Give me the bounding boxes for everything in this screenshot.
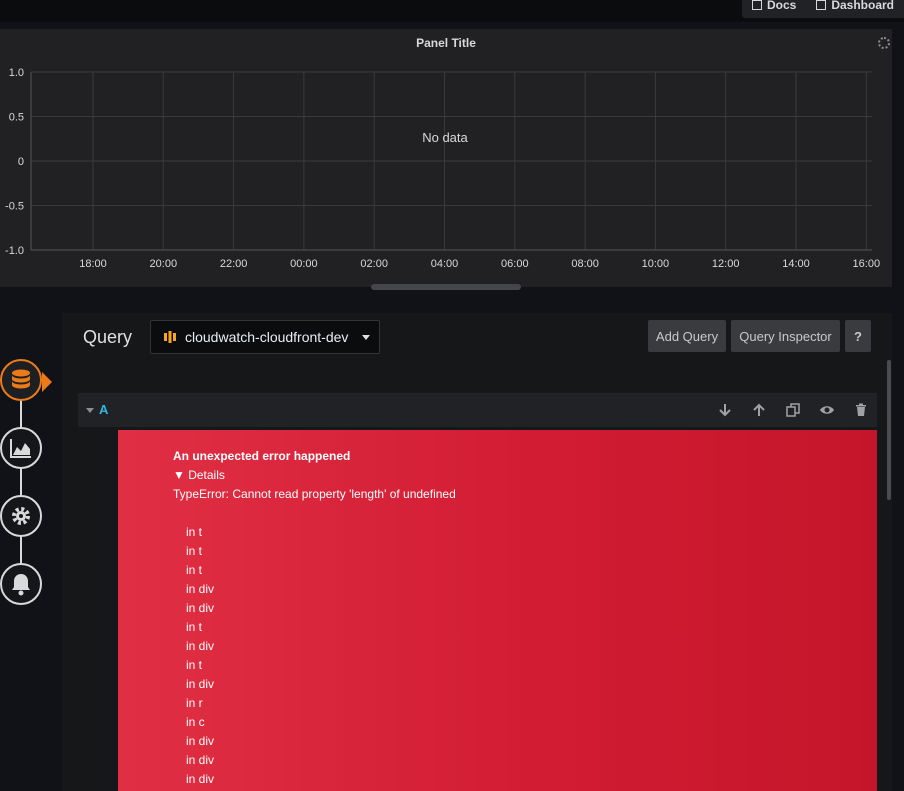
- stack-line: in div: [186, 772, 215, 786]
- database-icon: [12, 369, 30, 389]
- x-tick-label: 00:00: [290, 258, 318, 270]
- docs-link-label: Docs: [766, 0, 797, 12]
- error-title: An unexpected error happened: [173, 449, 351, 463]
- stack-line: in r: [186, 696, 203, 710]
- datasource-name: cloudwatch-cloudfront-dev: [185, 329, 349, 345]
- x-tick-label: 04:00: [431, 258, 459, 270]
- duplicate-icon[interactable]: [785, 402, 801, 418]
- stack-line: in div: [186, 601, 215, 615]
- x-tick-label: 16:00: [853, 258, 881, 270]
- y-tick-label: 0: [18, 156, 24, 168]
- move-up-icon[interactable]: [751, 402, 767, 418]
- docs-link[interactable]: Docs: [742, 0, 806, 18]
- external-link-icon: [751, 0, 762, 10]
- error-message: TypeError: Cannot read property 'length'…: [173, 487, 456, 501]
- bell-icon: [12, 574, 30, 596]
- help-button[interactable]: ?: [845, 320, 871, 352]
- graph-panel: 1.0 0.5 0 -0.5 -1.0 18:00 20:00 22:00 00:00 02:00…: [0, 29, 892, 287]
- x-tick-label: 08:00: [571, 258, 599, 270]
- panel-title[interactable]: Panel Title: [0, 36, 892, 50]
- stack-line: in div: [186, 677, 215, 691]
- editor-side-nav: [0, 355, 52, 615]
- stack-line: in c: [186, 715, 205, 729]
- stack-line: in div: [186, 582, 215, 596]
- query-ref-id[interactable]: A: [99, 402, 108, 417]
- datasource-picker[interactable]: cloudwatch-cloudfront-dev: [150, 320, 380, 354]
- top-links: Docs Dashboard: [741, 0, 904, 18]
- no-data-label: No data: [422, 130, 468, 145]
- stack-line: in t: [186, 563, 203, 577]
- top-bar: Docs Dashboard: [0, 0, 904, 22]
- stack-line: in div: [186, 639, 215, 653]
- query-row-header[interactable]: A: [78, 393, 877, 427]
- stack-line: in t: [186, 544, 203, 558]
- chart-icon: [10, 439, 31, 458]
- stack-line: in t: [186, 525, 203, 539]
- query-row-actions: [717, 402, 869, 418]
- y-tick-label: 0.5: [9, 112, 24, 124]
- error-box: An unexpected error happened ▼ Details T…: [118, 430, 877, 791]
- error-details-toggle[interactable]: ▼ Details: [173, 466, 877, 485]
- stack-line: in div: [186, 734, 215, 748]
- x-tick-label: 22:00: [220, 258, 248, 270]
- add-query-button[interactable]: Add Query: [648, 320, 726, 352]
- error-stack: in t in t in t in div in div in t in div in t in…: [173, 523, 877, 789]
- x-tick-label: 20:00: [150, 258, 178, 270]
- x-tick-label: 12:00: [712, 258, 740, 270]
- x-tick-label: 18:00: [79, 258, 107, 270]
- external-link-icon: [816, 0, 827, 10]
- gear-icon: [12, 507, 30, 525]
- chevron-down-icon: [362, 334, 371, 340]
- active-nav-arrow: [42, 372, 52, 392]
- dashboard-link[interactable]: Dashboard: [806, 0, 904, 18]
- eye-icon[interactable]: [819, 402, 835, 418]
- dashboard-link-label: Dashboard: [831, 0, 894, 12]
- query-inspector-button[interactable]: Query Inspector: [731, 320, 840, 352]
- x-tick-label: 10:00: [642, 258, 670, 270]
- stack-line: in t: [186, 620, 203, 634]
- query-editor: Query cloudwatch-cloudfront-dev Add Quer…: [62, 313, 892, 791]
- collapse-caret-icon[interactable]: [86, 408, 94, 413]
- move-down-icon[interactable]: [717, 402, 733, 418]
- y-tick-label: -0.5: [5, 201, 24, 213]
- aws-icon: [164, 331, 176, 343]
- graph-plot: 1.0 0.5 0 -0.5 -1.0 18:00 20:00 22:00 00:00 02:00…: [5, 67, 881, 270]
- stack-line: in t: [186, 658, 203, 672]
- x-tick-label: 06:00: [501, 258, 529, 270]
- x-tick-label: 14:00: [782, 258, 810, 270]
- y-tick-label: -1.0: [5, 245, 24, 257]
- nav-alert-button[interactable]: [0, 563, 42, 605]
- nav-visualization-button[interactable]: [0, 427, 42, 469]
- x-tick-label: 02:00: [360, 258, 388, 270]
- spinner-icon: [878, 37, 890, 49]
- editor-scrollbar[interactable]: [887, 360, 891, 500]
- nav-general-button[interactable]: [0, 495, 42, 537]
- stack-line: in div: [186, 753, 215, 767]
- nav-queries-button[interactable]: [0, 359, 42, 401]
- query-heading: Query: [83, 327, 133, 347]
- y-tick-label: 1.0: [9, 67, 24, 79]
- panel-resize-handle[interactable]: [371, 284, 521, 290]
- trash-icon[interactable]: [853, 402, 869, 418]
